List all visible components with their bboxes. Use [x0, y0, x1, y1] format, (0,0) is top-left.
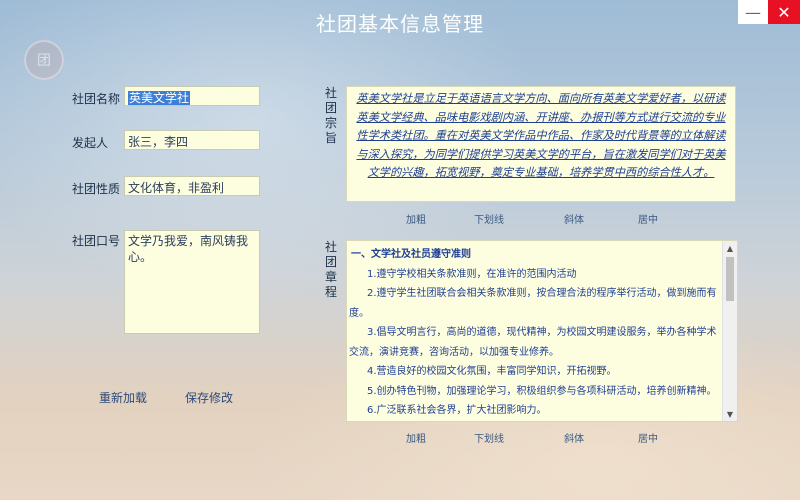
scroll-thumb[interactable]: [726, 257, 734, 301]
window-title: 社团基本信息管理: [316, 12, 484, 36]
purpose-center-button[interactable]: 居中: [638, 211, 658, 226]
name-label: 社团名称: [72, 92, 121, 106]
nature-input[interactable]: 文化体育，非盈利: [124, 176, 260, 196]
purpose-bold-button[interactable]: 加粗: [406, 211, 426, 226]
rules-item: 2.遵守学生社团联合会相关条款准则，按合理合法的程序举行活动，做到施而有度。: [349, 288, 717, 319]
name-value: 英美文学社: [128, 91, 191, 105]
purpose-underline-button[interactable]: 下划线: [474, 211, 504, 226]
rules-title: 一、文学社及社员遵守准则: [351, 249, 471, 260]
rules-scrollbar[interactable]: ▲ ▼: [722, 241, 737, 421]
nature-label: 社团性质: [72, 182, 121, 196]
rules-center-button[interactable]: 居中: [638, 430, 658, 445]
purpose-textarea[interactable]: 英美文学社是立足于英语语言文学方向、面向所有英美文学爱好者，以研读英美文学经典、…: [346, 86, 736, 202]
founder-label: 发起人: [72, 136, 109, 150]
scroll-down-icon[interactable]: ▼: [723, 407, 737, 421]
rules-item: 6.广泛联系社会各界，扩大社团影响力。: [367, 405, 547, 416]
founder-input[interactable]: 张三，李四: [124, 130, 260, 150]
slogan-textarea[interactable]: 文学乃我爱，南风铸我心。: [124, 230, 260, 334]
minimize-button[interactable]: —: [738, 0, 768, 24]
slogan-label: 社团口号: [72, 234, 121, 248]
rules-underline-button[interactable]: 下划线: [474, 430, 504, 445]
rules-textarea[interactable]: 一、文学社及社员遵守准则 1.遵守学校相关条款准则，在准许的范围内活动 2.遵守…: [346, 240, 738, 422]
purpose-label: 社团宗旨: [324, 86, 337, 145]
rules-item: 3.倡导文明言行，高尚的道德，现代精神，为校园文明建设服务，举办各种学术交流，演…: [349, 327, 717, 358]
rules-bold-button[interactable]: 加粗: [406, 430, 426, 445]
purpose-italic-button[interactable]: 斜体: [564, 211, 584, 226]
rules-content: 一、文学社及社员遵守准则 1.遵守学校相关条款准则，在准许的范围内活动 2.遵守…: [347, 241, 725, 421]
rules-italic-button[interactable]: 斜体: [564, 430, 584, 445]
save-button[interactable]: 保存修改: [185, 389, 233, 406]
name-input[interactable]: 英美文学社: [124, 86, 260, 106]
rules-item: 1.遵守学校相关条款准则，在准许的范围内活动: [367, 268, 577, 280]
close-button[interactable]: ✕: [768, 0, 800, 24]
rules-item: 4.营造良好的校园文化氛围，丰富同学知识，开拓视野。: [367, 366, 617, 377]
rules-item: 5.创办特色刊物，加强理论学习，积极组织参与各项科研活动，培养创新精神。: [367, 385, 717, 397]
reload-button[interactable]: 重新加载: [99, 389, 147, 406]
scroll-up-icon[interactable]: ▲: [723, 241, 737, 255]
rules-label: 社团章程: [324, 240, 337, 299]
club-logo-icon: 团: [24, 40, 64, 80]
